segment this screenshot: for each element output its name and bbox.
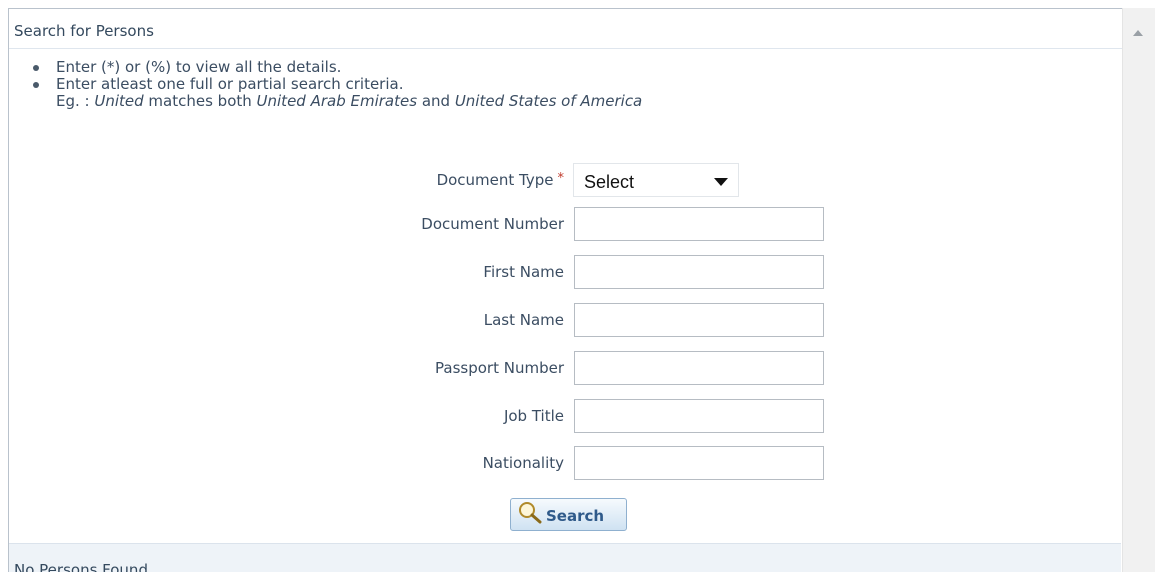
bullet-icon (33, 65, 39, 71)
last-name-row: Last Name (9, 303, 1129, 337)
results-bar: No Persons Found. (9, 543, 1121, 572)
job-title-input[interactable] (574, 399, 824, 433)
example-match-1: United Arab Emirates (256, 92, 418, 110)
last-name-label: Last Name (483, 311, 564, 329)
job-title-label: Job Title (503, 407, 564, 425)
section-title: Search for Persons (9, 9, 1129, 49)
instructions: Enter (*) or (%) to view all the details… (33, 58, 642, 110)
search-button-label: Search (546, 507, 605, 525)
bullet-icon (33, 82, 39, 88)
example-prefix: Eg. : (56, 92, 95, 110)
document-type-row: Document Type * Select (9, 163, 1129, 197)
scroll-up-arrow-icon[interactable] (1133, 30, 1143, 36)
job-title-row: Job Title (9, 399, 1129, 433)
vertical-scrollbar[interactable] (1122, 8, 1155, 572)
example-mid: matches both (143, 92, 257, 110)
nationality-label: Nationality (482, 454, 564, 472)
nationality-row: Nationality (9, 446, 1129, 480)
passport-number-input[interactable] (574, 351, 824, 385)
document-type-select[interactable]: Select (573, 163, 739, 197)
document-type-label: Document Type * (436, 171, 565, 189)
document-number-input[interactable] (574, 207, 824, 241)
required-mark: * (557, 171, 565, 186)
chevron-down-icon (714, 178, 728, 186)
nationality-input[interactable] (574, 446, 824, 480)
example-match-2: United States of America (454, 92, 643, 110)
instruction-text: Enter (*) or (%) to view all the details… (56, 58, 342, 76)
passport-number-row: Passport Number (9, 351, 1129, 385)
instruction-text: Enter atleast one full or partial search… (56, 75, 404, 93)
instruction-item: Enter (*) or (%) to view all the details… (33, 58, 642, 76)
results-status: No Persons Found. (14, 561, 153, 572)
passport-number-label: Passport Number (435, 359, 564, 377)
document-type-selected-value: Select (584, 172, 635, 192)
last-name-input[interactable] (574, 303, 824, 337)
instruction-example: Eg. : United matches both United Arab Em… (56, 93, 642, 110)
search-panel: Search for Persons Enter (*) or (%) to v… (8, 8, 1129, 572)
example-and: and (417, 92, 455, 110)
first-name-row: First Name (9, 255, 1129, 289)
document-number-label: Document Number (421, 215, 564, 233)
first-name-label: First Name (483, 263, 564, 281)
search-button[interactable]: Search (510, 498, 627, 531)
example-term: United (94, 92, 144, 110)
document-number-row: Document Number (9, 207, 1129, 241)
first-name-input[interactable] (574, 255, 824, 289)
instruction-item: Enter atleast one full or partial search… (33, 75, 642, 93)
magnifier-icon (519, 502, 542, 524)
